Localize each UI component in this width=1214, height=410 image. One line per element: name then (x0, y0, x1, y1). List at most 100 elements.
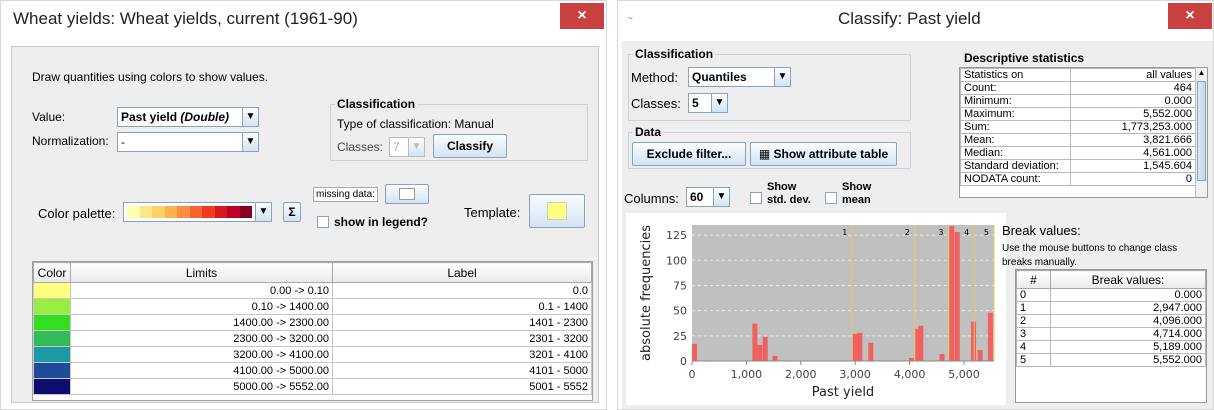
class-label-cell[interactable]: 3201 - 4100 (332, 346, 592, 363)
left-window-title: Wheat yields: Wheat yields, current (196… (13, 9, 358, 28)
class-limits-cell[interactable]: 0.10 -> 1400.00 (70, 298, 333, 315)
value-select[interactable]: Past yield (Double) ▼ (117, 107, 259, 127)
class-label-cell[interactable]: 4101 - 5000 (332, 362, 592, 379)
right-close-button[interactable]: × (1168, 3, 1212, 29)
break-row[interactable]: 0 0.000 (1016, 288, 1206, 302)
left-close-button[interactable]: × (560, 3, 604, 29)
show-in-legend-label: show in legend? (334, 215, 429, 229)
break-marker-label: 4 (964, 228, 969, 237)
class-limits-cell[interactable]: 4100.00 -> 5000.00 (70, 362, 333, 379)
class-table-row[interactable]: 0.10 -> 1400.00 0.1 - 1400 (33, 298, 592, 315)
class-color-swatch[interactable] (33, 362, 71, 379)
classes-label: Classes: (337, 140, 384, 154)
col-limits-header[interactable]: Limits (70, 262, 333, 283)
scroll-thumb[interactable] (1197, 81, 1206, 181)
class-color-swatch[interactable] (33, 346, 71, 363)
stats-value: 0.000 (1070, 94, 1196, 108)
wheat-yields-window: Wheat yields: Wheat yields, current (196… (0, 0, 607, 410)
stats-row: Median: 4,561.000 (960, 146, 1196, 160)
class-color-swatch[interactable] (33, 330, 71, 347)
break-value-cell[interactable]: 2,947.000 (1050, 301, 1206, 315)
class-color-swatch[interactable] (33, 298, 71, 315)
class-table-row[interactable]: 3200.00 -> 4100.00 3201 - 4100 (33, 346, 592, 363)
class-label-cell[interactable]: 0.0 (332, 282, 592, 299)
stats-row: NODATA count: 0 (960, 172, 1196, 186)
class-label-cell[interactable]: 1401 - 2300 (332, 314, 592, 331)
show-in-legend-checkbox[interactable] (317, 216, 329, 228)
class-table-row[interactable]: 2300.00 -> 3200.00 2301 - 3200 (33, 330, 592, 347)
histogram-bar (977, 349, 983, 361)
class-table-row[interactable]: 1400.00 -> 2300.00 1401 - 2300 (33, 314, 592, 331)
stats-title: Descriptive statistics (964, 51, 1085, 65)
class-limits-cell[interactable]: 0.00 -> 0.10 (70, 282, 333, 299)
class-label-cell[interactable]: 5001 - 5552 (332, 378, 592, 395)
palette-swatch (152, 206, 165, 218)
break-table: # Break values: 0 0.000 1 2,947.000 2 4,096.0… (1016, 270, 1206, 367)
break-row[interactable]: 5 5,552.000 (1016, 353, 1206, 367)
break-table-header: # Break values: (1016, 270, 1206, 289)
classes-select[interactable]: 5 ▼ (688, 93, 728, 113)
color-palette-select[interactable]: ▼ (123, 202, 272, 222)
break-index: 1 (1016, 301, 1051, 315)
class-limits-cell[interactable]: 5000.00 -> 5552.00 (70, 378, 333, 395)
break-value-cell[interactable]: 4,096.000 (1050, 314, 1206, 328)
break-values-hint: Use the mouse buttons to change class br… (1002, 243, 1178, 268)
break-values-title: Break values: (1002, 223, 1081, 238)
columns-select[interactable]: 60 ▼ (686, 187, 730, 207)
method-select[interactable]: Quantiles ▼ (688, 67, 791, 87)
classification-type: Type of classification: Manual (337, 117, 494, 131)
palette-swatch (202, 206, 215, 218)
class-table-frame: Color Limits Label 0.00 -> 0.10 0.0 0.10 -… (32, 261, 593, 401)
class-limits-cell[interactable]: 1400.00 -> 2300.00 (70, 314, 333, 331)
class-label-cell[interactable]: 0.1 - 1400 (332, 298, 592, 315)
break-col-index[interactable]: # (1016, 270, 1051, 289)
show-std-dev-checkbox[interactable] (750, 192, 762, 204)
classify-button[interactable]: Classify (433, 134, 507, 158)
class-color-swatch[interactable] (33, 378, 71, 395)
break-value-cell[interactable]: 4,714.000 (1050, 327, 1206, 341)
classification-title: Classification (335, 97, 418, 111)
class-limits-cell[interactable]: 3200.00 -> 4100.00 (70, 346, 333, 363)
sigma-icon[interactable]: Σ (283, 202, 301, 222)
show-mean-checkbox[interactable] (825, 192, 837, 204)
show-attribute-table-button[interactable]: ▦ Show attribute table (750, 142, 897, 166)
break-col-value[interactable]: Break values: (1050, 270, 1206, 289)
class-label-cell[interactable]: 2301 - 3200 (332, 330, 592, 347)
x-tick-label: 4,000 (894, 368, 926, 381)
break-row[interactable]: 2 4,096.000 (1016, 314, 1206, 328)
value-selected: Past yield (121, 110, 178, 124)
template-label: Template: (464, 205, 521, 220)
normalization-select[interactable]: - ▼ (117, 132, 259, 152)
missing-data-color-button[interactable] (385, 184, 429, 204)
break-value-cell[interactable]: 5,552.000 (1050, 353, 1206, 367)
template-swatch (547, 202, 567, 220)
exclude-filter-button[interactable]: Exclude filter... (632, 142, 746, 166)
class-color-swatch[interactable] (33, 282, 71, 299)
template-color-button[interactable] (529, 194, 585, 228)
scroll-up-icon[interactable]: ▲ (1196, 68, 1207, 80)
classify-window: ~ Classify: Past yield × Classification … (617, 0, 1214, 410)
stats-value: 0 (1070, 172, 1196, 186)
histogram-bar (971, 321, 977, 361)
break-value-cell[interactable]: 5,189.000 (1050, 340, 1206, 354)
stats-key: Mean: (960, 133, 1071, 147)
x-axis-label: Past yield (812, 385, 874, 400)
class-limits-cell[interactable]: 2300.00 -> 3200.00 (70, 330, 333, 347)
break-row[interactable]: 4 5,189.000 (1016, 340, 1206, 354)
palette-swatch (139, 206, 152, 218)
classification-group: Classification Type of classification: M… (330, 97, 588, 161)
class-color-swatch[interactable] (33, 314, 71, 331)
class-table-row[interactable]: 4100.00 -> 5000.00 4101 - 5000 (33, 362, 592, 379)
stats-scrollbar[interactable]: ▲ (1195, 68, 1207, 197)
stats-key: Sum: (960, 120, 1071, 134)
class-table-row[interactable]: 0.00 -> 0.10 0.0 (33, 282, 592, 299)
stats-key: Count: (960, 81, 1071, 95)
right-titlebar: ~ Classify: Past yield × (618, 1, 1213, 37)
break-row[interactable]: 3 4,714.000 (1016, 327, 1206, 341)
col-color-header[interactable]: Color (33, 262, 71, 283)
break-value-cell[interactable]: 0.000 (1050, 288, 1206, 302)
break-row[interactable]: 1 2,947.000 (1016, 301, 1206, 315)
class-table-row[interactable]: 5000.00 -> 5552.00 5001 - 5552 (33, 378, 592, 395)
palette-swatch (177, 206, 190, 218)
col-label-header[interactable]: Label (332, 262, 592, 283)
